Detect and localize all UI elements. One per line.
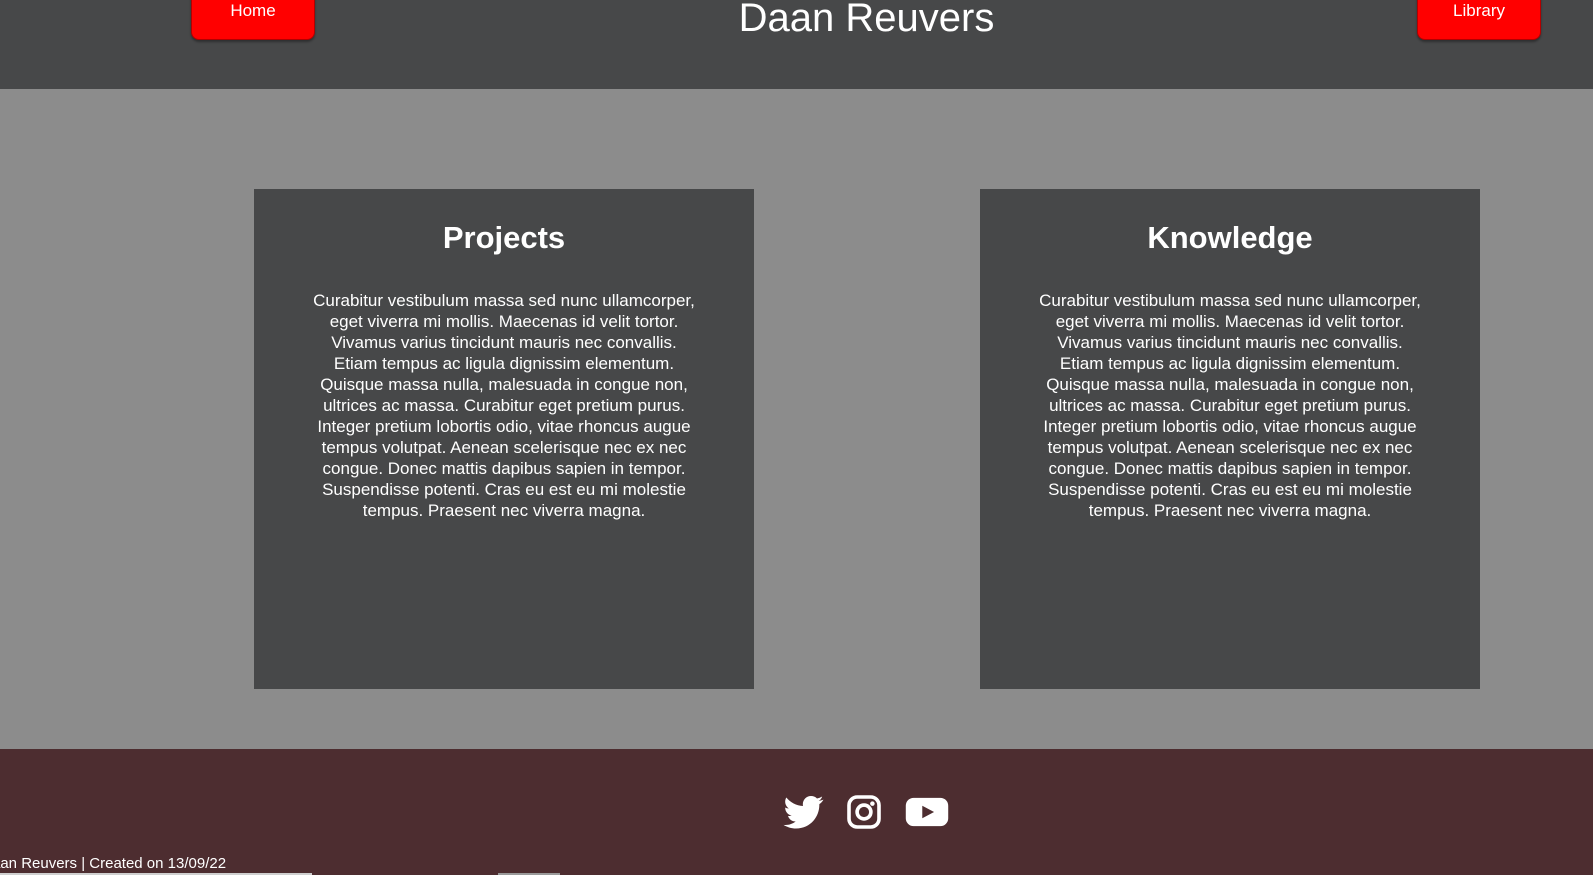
instagram-icon[interactable] <box>846 792 882 832</box>
site-title: Daan Reuvers <box>738 0 995 40</box>
site-footer: aan Reuvers | Created on 13/09/22 <box>0 749 1593 875</box>
twitter-icon[interactable] <box>783 792 825 832</box>
youtube-icon[interactable] <box>905 792 949 832</box>
library-button[interactable]: Library <box>1417 0 1541 40</box>
knowledge-card: Knowledge Curabitur vestibulum massa sed… <box>980 189 1480 689</box>
main-content: Projects Curabitur vestibulum massa sed … <box>0 89 1593 749</box>
projects-card-title: Projects <box>442 220 566 255</box>
projects-card: Projects Curabitur vestibulum massa sed … <box>254 189 754 689</box>
knowledge-card-title: Knowledge <box>1147 220 1313 255</box>
knowledge-card-text: Curabitur vestibulum massa sed nunc ulla… <box>1039 291 1421 520</box>
copyright-text: aan Reuvers | Created on 13/09/22 <box>0 855 227 872</box>
projects-card-text: Curabitur vestibulum massa sed nunc ulla… <box>313 291 695 520</box>
site-header: Home Daan Reuvers Library <box>0 0 1593 89</box>
